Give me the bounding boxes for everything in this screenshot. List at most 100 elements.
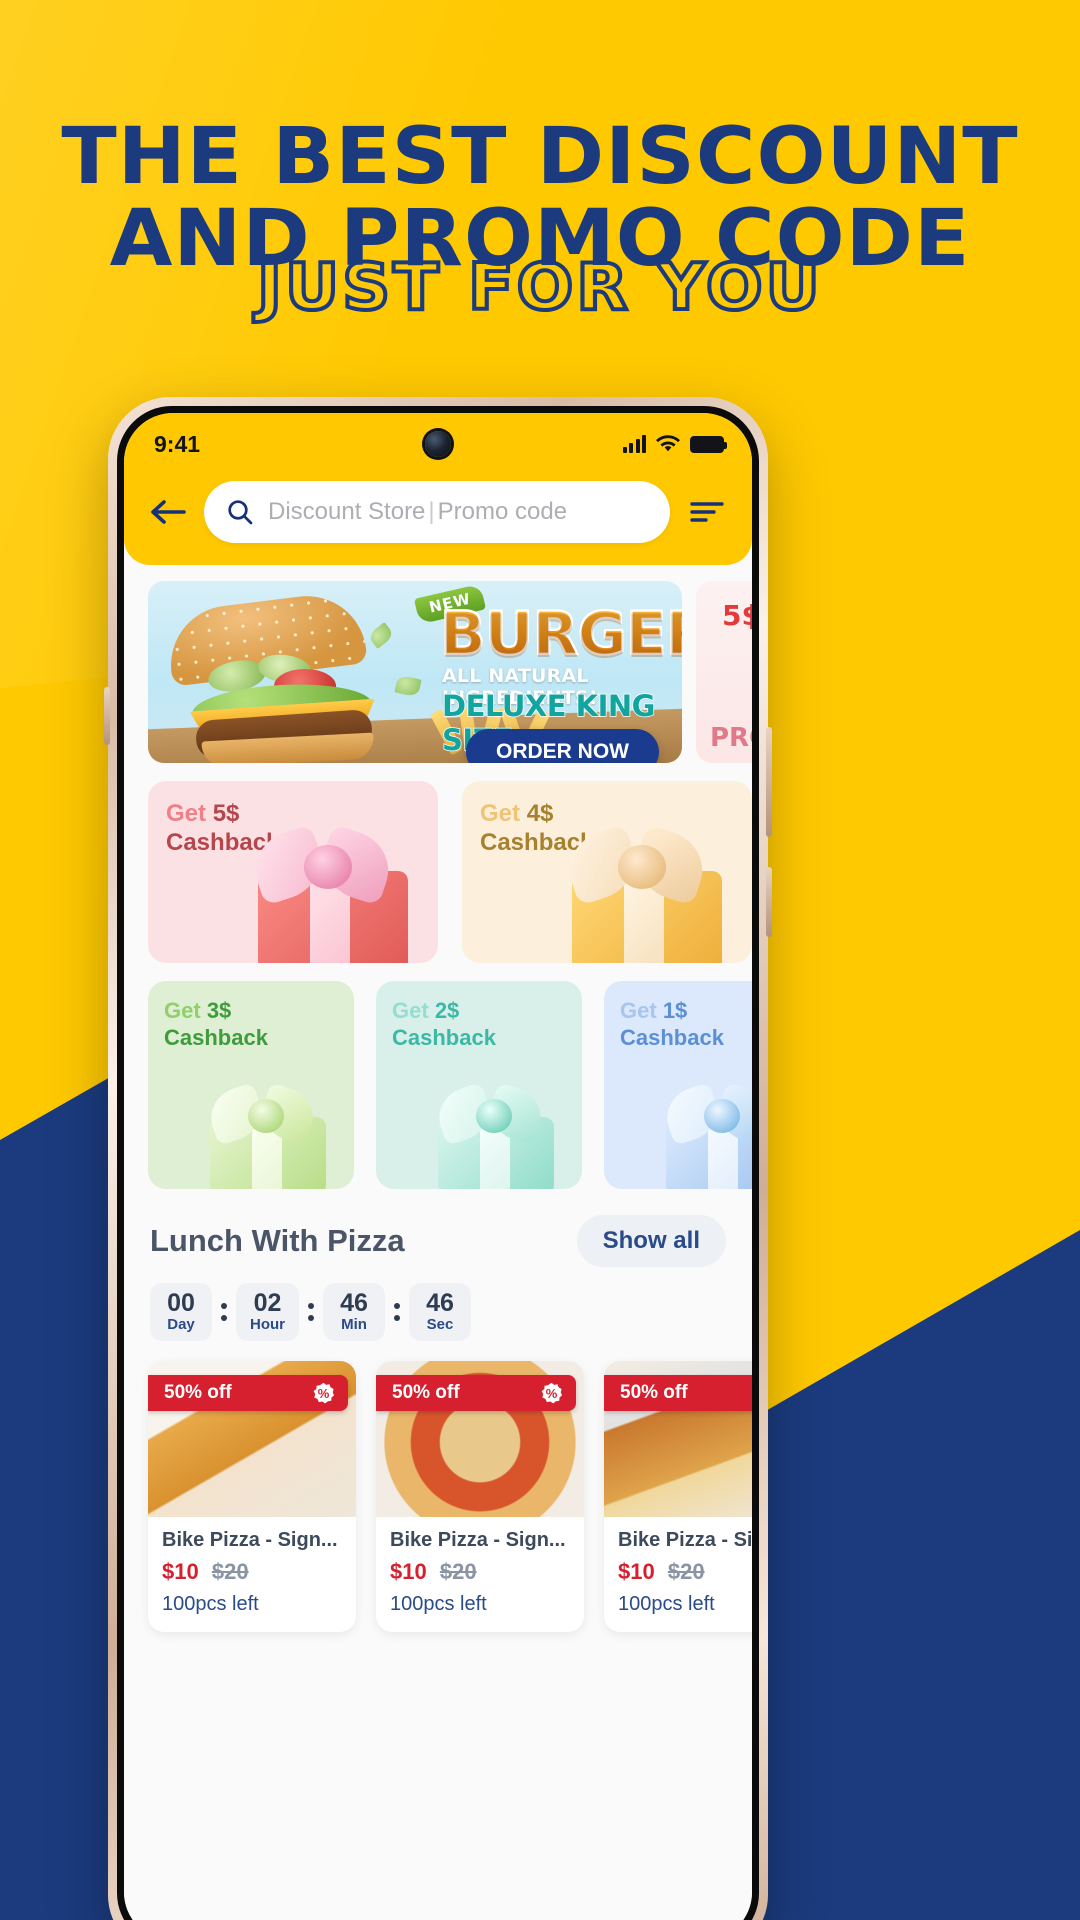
app-content: NEW BURGER ALL NATURAL INGREDIENTS! DELU…	[124, 565, 752, 1920]
phone-power-button[interactable]	[766, 867, 772, 937]
cashback-card-4[interactable]: Get 4$ Cashback	[462, 781, 752, 963]
cashback-card-text: Get 2$ Cashback	[392, 997, 582, 1052]
cashback-small-row: Get 3$ Cashback Get 2$ Cashback Get 1$ C…	[124, 963, 752, 1189]
banner-carousel[interactable]: NEW BURGER ALL NATURAL INGREDIENTS! DELU…	[124, 565, 752, 763]
cashback-get-label: Get	[164, 998, 201, 1023]
cellular-signal-icon	[622, 435, 646, 453]
product-price-original: $20	[211, 1559, 249, 1585]
gift-box-icon	[238, 821, 434, 963]
product-price-original: $20	[667, 1559, 705, 1585]
product-stock: 100pcs left	[162, 1593, 259, 1616]
countdown-day-value: 00	[167, 1289, 195, 1317]
cashback-get-label: Get	[392, 998, 429, 1023]
back-arrow-icon[interactable]	[150, 497, 186, 527]
product-name: Bike Pizza - Sign...	[390, 1529, 566, 1552]
product-card[interactable]: 50% off % Bike Pizza - Sign... $10 $20 1…	[376, 1361, 584, 1633]
promo-banner-next[interactable]: 5$ PROMOTION	[696, 581, 752, 763]
phone-volume-button[interactable]	[766, 727, 772, 837]
cashback-amount: 2$	[434, 998, 460, 1023]
cashback-label: Cashback	[392, 1025, 496, 1051]
product-image: 50% off %	[148, 1361, 356, 1518]
discount-badge-label: 50% off	[392, 1382, 460, 1404]
battery-full-icon	[690, 435, 727, 453]
app-header: 9:41 Discount Store | Promo code	[124, 413, 752, 565]
phone-mockup: 9:41 Discount Store | Promo code BURGE A…	[104, 397, 772, 1920]
countdown-separator	[219, 1303, 229, 1322]
product-price: $10 $20	[618, 1559, 752, 1585]
cashback-card-text: Get 3$ Cashback	[164, 997, 354, 1052]
burger-illustration	[162, 589, 402, 763]
next-banner-line1: 5$	[722, 599, 752, 632]
promo-headline: THE BEST DISCOUNT AND PROMO CODE JUST FO…	[0, 112, 1080, 326]
status-icons	[622, 435, 727, 453]
cashback-get-label: Get	[620, 998, 657, 1023]
discount-seal-icon: %	[541, 1382, 562, 1404]
page-title: Lunch With Pizza	[150, 1223, 405, 1258]
gift-box-icon	[196, 1075, 346, 1189]
countdown-min-value: 46	[340, 1289, 368, 1317]
search-row: Discount Store | Promo code	[124, 475, 752, 543]
order-now-button[interactable]: ORDER NOW	[466, 729, 659, 763]
countdown-sec-value: 46	[426, 1289, 454, 1317]
product-price: $10 $20	[162, 1559, 342, 1585]
gift-box-icon	[424, 1075, 574, 1189]
discount-badge-label: 50% off	[164, 1382, 232, 1404]
search-placeholder: Discount Store | Promo code	[268, 498, 567, 526]
product-stock: 100pcs left	[618, 1593, 715, 1616]
cashback-card-2[interactable]: Get 2$ Cashback	[376, 981, 582, 1189]
discount-badge-label: 50% off	[620, 1382, 688, 1404]
front-camera-punch-hole	[425, 431, 451, 457]
gift-box-icon	[552, 821, 748, 963]
cashback-card-5[interactable]: Get 5$ Cashback	[148, 781, 438, 963]
countdown-separator	[392, 1303, 402, 1322]
next-banner-line2: PROMOTION	[710, 723, 752, 753]
cashback-get-label: Get	[480, 800, 521, 827]
countdown-min: 46 Min	[323, 1283, 385, 1342]
product-name: Bike Pizza - Sign...	[162, 1529, 338, 1552]
product-list: 50% off % Bike Pizza - Sign... $10 $20 1…	[124, 1341, 752, 1633]
banner-title: BURGER	[439, 598, 682, 671]
status-bar: 9:41	[124, 413, 752, 475]
product-info: Bike Pizza - Sign... $10 $20 100pcs left	[148, 1517, 356, 1632]
product-info: Bike Pizza - Sign... $10 $20 100pcs left	[604, 1517, 752, 1632]
countdown-separator	[306, 1303, 316, 1322]
product-price-original: $20	[439, 1559, 477, 1585]
search-placeholder-part2: Promo code	[437, 498, 568, 525]
discount-seal-icon: %	[313, 1382, 334, 1404]
cashback-card-text: Get 1$ Cashback	[620, 997, 752, 1052]
section-header: Lunch With Pizza Show all	[124, 1189, 752, 1267]
countdown-hour: 02 Hour	[236, 1283, 299, 1342]
countdown-sec-label: Sec	[426, 1316, 454, 1334]
show-all-button[interactable]: Show all	[576, 1215, 726, 1267]
product-card[interactable]: 50% off % Bike Pizza - Sign... $10 $20 1…	[148, 1361, 356, 1633]
product-image: 50% off %	[376, 1361, 584, 1518]
cashback-card-3[interactable]: Get 3$ Cashback	[148, 981, 354, 1189]
discount-badge: 50% off %	[376, 1375, 576, 1412]
search-placeholder-divider: |	[428, 498, 435, 525]
search-placeholder-part1: Discount Store	[268, 498, 426, 525]
cashback-amount: 4$	[526, 800, 554, 827]
phone-screen: 9:41 Discount Store | Promo code BURGE A…	[124, 413, 752, 1920]
headline-line-1: THE BEST DISCOUNT	[61, 112, 1019, 202]
status-time: 9:41	[154, 430, 201, 457]
phone-left-button[interactable]	[104, 687, 110, 745]
cashback-card-1[interactable]: Get 1$ Cashback	[604, 981, 752, 1189]
cashback-amount: 5$	[212, 800, 240, 827]
product-price-current: $10	[162, 1559, 199, 1585]
gift-box-icon	[652, 1075, 752, 1189]
product-name: Bike Pizza - Sign...	[618, 1529, 752, 1552]
search-icon	[228, 500, 253, 525]
headline-line-3: JUST FOR YOU	[255, 251, 823, 326]
product-price-current: $10	[618, 1559, 655, 1585]
filter-icon[interactable]	[688, 497, 726, 527]
product-image: 50% off %	[604, 1361, 752, 1518]
promo-banner-burger[interactable]: NEW BURGER ALL NATURAL INGREDIENTS! DELU…	[148, 581, 682, 763]
countdown-day: 00 Day	[150, 1283, 212, 1342]
search-input[interactable]: Discount Store | Promo code	[204, 481, 670, 543]
countdown-hour-label: Hour	[250, 1316, 285, 1334]
product-card[interactable]: 50% off % Bike Pizza - Sign... $10 $20 1…	[604, 1361, 752, 1633]
product-price-current: $10	[390, 1559, 427, 1585]
product-price: $10 $20	[390, 1559, 570, 1585]
cashback-get-label: Get	[166, 800, 207, 827]
countdown-sec: 46 Sec	[409, 1283, 471, 1342]
